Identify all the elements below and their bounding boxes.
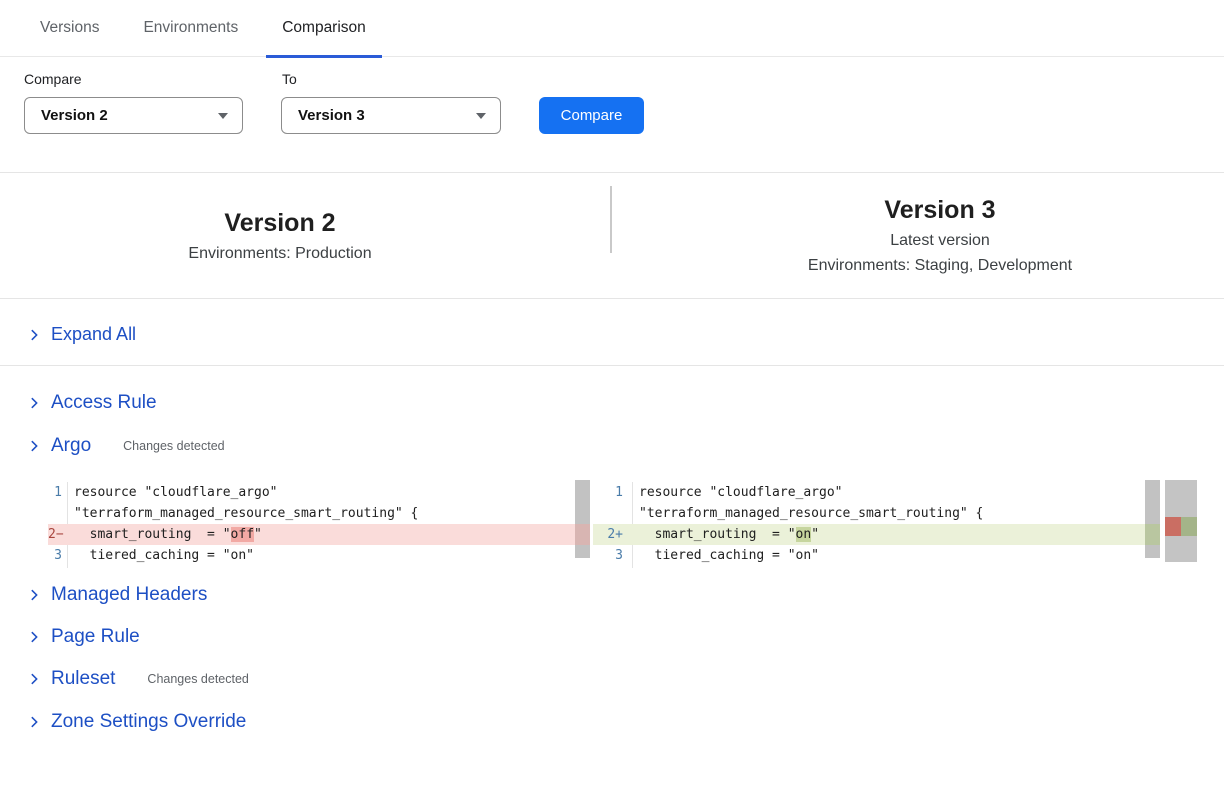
line-number: 4 (48, 566, 68, 568)
version-left-header: Version 2 Environments: Production (24, 173, 536, 298)
version-right-title: Version 3 (884, 196, 995, 225)
chevron-right-icon (27, 630, 41, 644)
version-right-header: Version 3 Latest version Environments: S… (684, 173, 1196, 298)
diff-line-added: 2+ smart_routing = "on" (593, 524, 1160, 545)
line-number (48, 503, 68, 524)
line-number (593, 503, 633, 524)
compare-to-value: Version 3 (298, 107, 365, 124)
code-text: smart_routing = "off" (68, 524, 262, 545)
added-change-marker (1181, 517, 1197, 536)
code-text: } (633, 566, 647, 568)
diff-panel-right[interactable]: 1 resource "cloudflare_argo" "terraform_… (593, 478, 1160, 568)
line-number: 4 (593, 566, 633, 568)
diff-overview-ruler[interactable] (1165, 480, 1197, 562)
section-zone-settings-override[interactable]: Zone Settings Override (27, 711, 246, 733)
section-managed-headers[interactable]: Managed Headers (27, 584, 207, 606)
code-lines: 1 resource "cloudflare_argo" "terraform_… (48, 478, 590, 568)
chevron-right-icon (27, 328, 41, 342)
diff-line: 4 } (593, 566, 1160, 568)
divider (0, 365, 1224, 366)
diff-line: "terraform_managed_resource_smart_routin… (593, 503, 1160, 524)
chevron-right-icon (27, 672, 41, 686)
section-access-rule[interactable]: Access Rule (27, 392, 157, 414)
chevron-right-icon (27, 588, 41, 602)
chevron-right-icon (27, 715, 41, 729)
compare-from-value: Version 2 (41, 107, 108, 124)
to-label: To (282, 71, 297, 87)
code-text: smart_routing = "on" (633, 524, 819, 545)
code-text-pre: smart_routing = " (74, 527, 231, 542)
section-label: Zone Settings Override (51, 711, 246, 733)
argo-diff: 1 resource "cloudflare_argo" "terraform_… (0, 478, 1224, 568)
vertical-divider (610, 186, 612, 253)
tab-versions[interactable]: Versions (40, 0, 99, 57)
diff-panel-left[interactable]: 1 resource "cloudflare_argo" "terraform_… (48, 478, 590, 568)
diff-line: 3 tiered_caching = "on" (48, 545, 590, 566)
divider (0, 298, 1224, 299)
section-page-rule[interactable]: Page Rule (27, 626, 140, 648)
diff-line: "terraform_managed_resource_smart_routin… (48, 503, 590, 524)
scrollbar[interactable] (575, 480, 590, 558)
section-label: Ruleset (51, 668, 115, 690)
code-text-post: " (254, 527, 262, 542)
line-number: 3 (48, 545, 68, 566)
section-ruleset[interactable]: Ruleset Changes detected (27, 668, 249, 690)
chevron-down-icon (476, 113, 486, 119)
code-text-pre: smart_routing = " (639, 527, 796, 542)
removed-chars: off (231, 527, 254, 542)
removed-change-marker (1165, 517, 1181, 536)
expand-all-label: Expand All (51, 324, 136, 345)
diff-line-removed: 2− smart_routing = "off" (48, 524, 590, 545)
code-text-post: " (811, 527, 819, 542)
code-text: } (68, 566, 82, 568)
code-lines: 1 resource "cloudflare_argo" "terraform_… (593, 478, 1160, 568)
code-text: tiered_caching = "on" (633, 545, 819, 566)
scrollbar-change-tint (1145, 524, 1160, 545)
scrollbar[interactable] (1145, 480, 1160, 558)
compare-from-select[interactable]: Version 2 (24, 97, 243, 134)
diff-line: 4 } (48, 566, 590, 568)
comparison-page: Versions Environments Comparison Compare… (0, 0, 1224, 788)
tab-environments[interactable]: Environments (143, 0, 238, 57)
line-number: 2− (48, 524, 68, 545)
scrollbar-change-tint (575, 524, 590, 545)
diff-line: 3 tiered_caching = "on" (593, 545, 1160, 566)
code-text: "terraform_managed_resource_smart_routin… (633, 503, 983, 524)
line-number: 2+ (593, 524, 633, 545)
version-right-environments: Environments: Staging, Development (808, 257, 1072, 275)
compare-label: Compare (24, 71, 82, 87)
section-label: Managed Headers (51, 584, 207, 606)
diff-line: 1 resource "cloudflare_argo" (48, 482, 590, 503)
changes-detected-badge: Changes detected (147, 672, 248, 686)
line-number: 3 (593, 545, 633, 566)
code-text: tiered_caching = "on" (68, 545, 254, 566)
section-argo[interactable]: Argo Changes detected (27, 435, 225, 457)
code-text: resource "cloudflare_argo" (68, 482, 278, 503)
version-headers: Version 2 Environments: Production Versi… (0, 173, 1224, 298)
tab-bar: Versions Environments Comparison (0, 0, 1224, 57)
chevron-right-icon (27, 396, 41, 410)
chevron-right-icon (27, 439, 41, 453)
version-left-title: Version 2 (224, 209, 335, 238)
version-right-latest: Latest version (890, 232, 990, 250)
section-label: Access Rule (51, 392, 157, 414)
compare-to-select[interactable]: Version 3 (281, 97, 501, 134)
section-label: Argo (51, 435, 91, 457)
changes-detected-badge: Changes detected (123, 439, 224, 453)
version-left-environments: Environments: Production (188, 245, 371, 263)
added-chars: on (796, 527, 812, 542)
compare-controls: Compare To Version 2 Version 3 Compare (0, 57, 1224, 172)
line-number: 1 (48, 482, 68, 503)
code-text: "terraform_managed_resource_smart_routin… (68, 503, 418, 524)
compare-button[interactable]: Compare (539, 97, 644, 134)
tab-comparison[interactable]: Comparison (282, 0, 366, 57)
chevron-down-icon (218, 113, 228, 119)
code-text: resource "cloudflare_argo" (633, 482, 843, 503)
section-label: Page Rule (51, 626, 140, 648)
diff-line: 1 resource "cloudflare_argo" (593, 482, 1160, 503)
line-number: 1 (593, 482, 633, 503)
expand-all-button[interactable]: Expand All (27, 324, 136, 345)
